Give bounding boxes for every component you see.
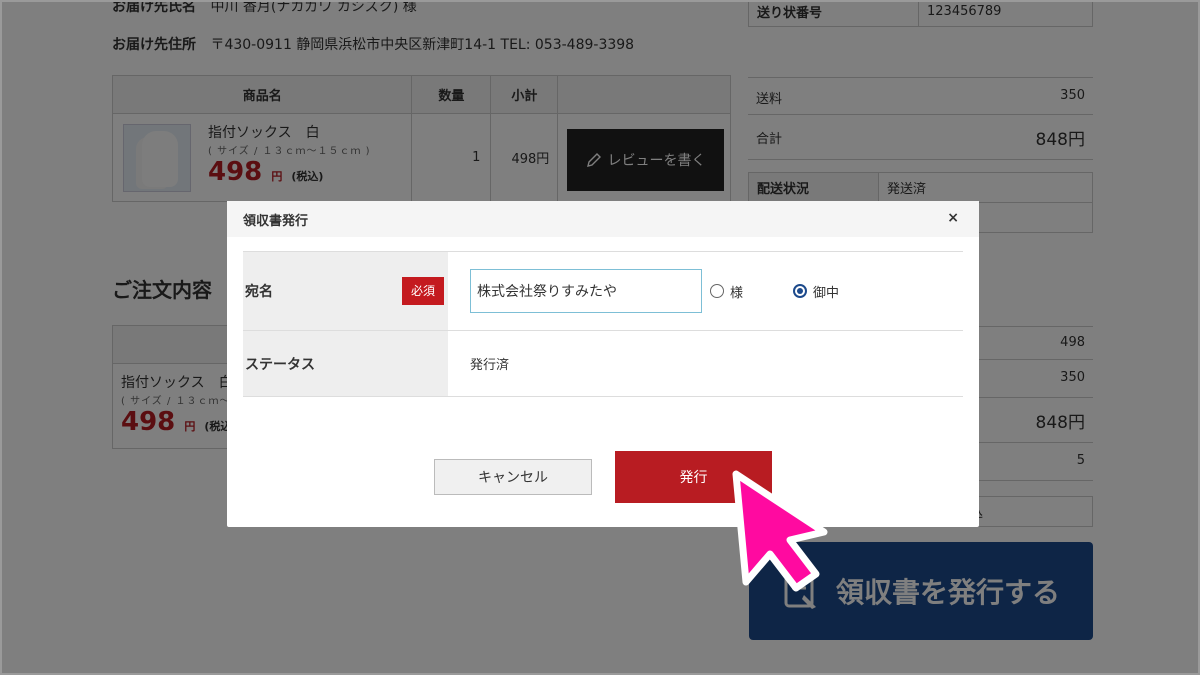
status-row: ステータス 発行済 bbox=[243, 331, 963, 397]
addressee-value-cell: 様 御中 bbox=[448, 252, 963, 330]
modal-title: 領収書発行 bbox=[243, 213, 309, 229]
addressee-row: 宛名 必須 様 御中 bbox=[243, 252, 963, 331]
honorific-onchu-label: 御中 bbox=[813, 285, 840, 301]
honorific-sama-label: 様 bbox=[730, 285, 744, 301]
status-label: ステータス bbox=[245, 356, 315, 373]
honorific-sama-radio[interactable]: 様 bbox=[710, 282, 743, 301]
required-badge: 必須 bbox=[401, 277, 444, 305]
status-label-cell: ステータス bbox=[243, 331, 448, 396]
status-value: 発行済 bbox=[470, 358, 510, 373]
addressee-label: 宛名 bbox=[245, 284, 273, 300]
modal-header: 領収書発行 × bbox=[227, 201, 979, 237]
addressee-input[interactable] bbox=[470, 269, 702, 313]
addressee-label-cell: 宛名 必須 bbox=[243, 252, 448, 330]
mouse-pointer-icon bbox=[732, 470, 828, 592]
cancel-button[interactable]: キャンセル bbox=[434, 459, 592, 495]
status-value-cell: 発行済 bbox=[448, 331, 963, 396]
radio-unchecked-icon bbox=[710, 284, 724, 298]
order-detail-page: お届け先氏名 中川 香月(ナカガワ カシズク) 様 お届け先住所 〒430-09… bbox=[0, 0, 1200, 675]
close-icon[interactable]: × bbox=[947, 210, 959, 226]
honorific-onchu-radio[interactable]: 御中 bbox=[793, 282, 839, 301]
receipt-modal: 領収書発行 × 宛名 必須 様 御中 bbox=[227, 201, 979, 527]
receipt-form: 宛名 必須 様 御中 ステータス bbox=[243, 251, 963, 397]
radio-checked-icon bbox=[793, 284, 808, 298]
